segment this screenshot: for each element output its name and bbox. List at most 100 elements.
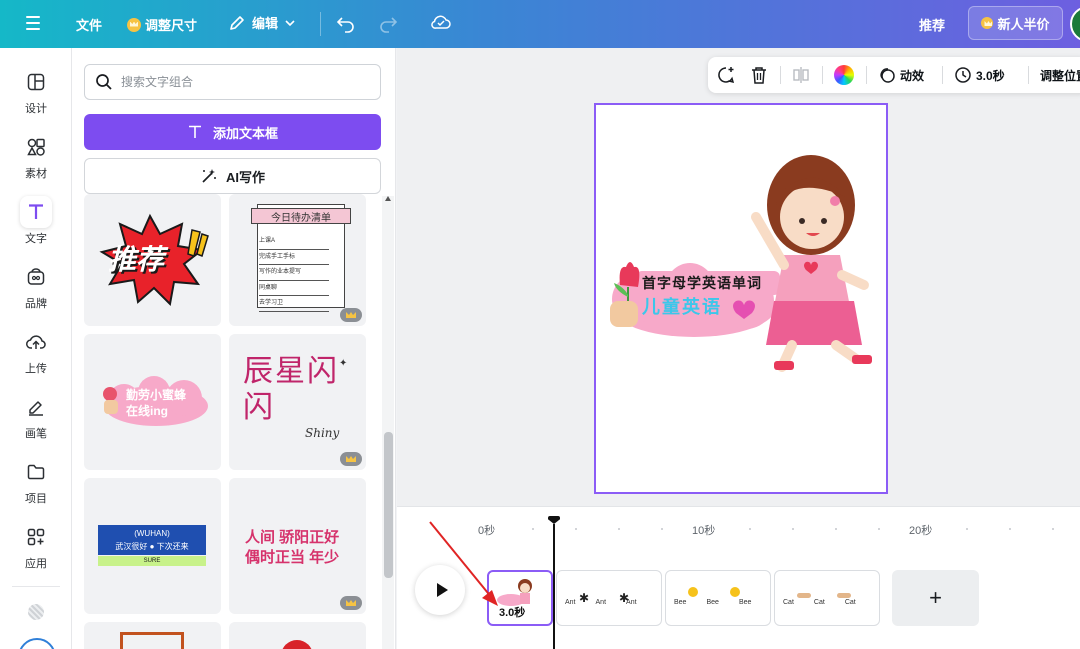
search-input[interactable] [121, 75, 361, 89]
duration-button[interactable]: 3.0秒 [954, 65, 1005, 85]
comment-add-icon[interactable] [716, 65, 736, 85]
toolbar-divider [822, 66, 823, 84]
ai-write-label: AI写作 [225, 169, 265, 185]
template-tile-recommend[interactable]: 推荐 [84, 194, 221, 326]
file-menu[interactable]: 文件 [76, 15, 102, 34]
rail-item-elements[interactable]: 素材 [0, 131, 72, 187]
tick-dot [878, 528, 880, 530]
clip-words: Cat Cat Cat [783, 599, 856, 606]
left-rail: 设计 素材 文字 品牌 上传 画笔 项目 应用 [0, 48, 72, 649]
duration-label: 3.0秒 [976, 68, 1005, 83]
text-icon [188, 125, 201, 138]
top-bar: 文件 调整尺寸 编辑 推荐 新人半价 [0, 0, 1080, 48]
template-tile[interactable] [229, 622, 366, 649]
tile-line: 勤劳小蜜蜂 [126, 388, 187, 402]
color-wheel-icon [834, 65, 854, 85]
todo-line: 写作的业本提写 [259, 265, 329, 281]
color-button[interactable] [834, 65, 854, 85]
text-icon [20, 196, 52, 228]
cloud-saved-icon[interactable] [430, 12, 452, 32]
edit-menu[interactable]: 编辑 [228, 13, 296, 32]
tick-dot [661, 528, 663, 530]
panel-scrollbar[interactable] [382, 196, 394, 649]
help-button[interactable] [18, 638, 56, 649]
template-tile-wuhan[interactable]: (WUHAN) 武汉很好 ● 下次还来 SURE [84, 478, 221, 614]
brush-icon [20, 391, 52, 423]
annotation-arrow-icon [429, 521, 498, 606]
recommend-link[interactable]: 推荐 [919, 15, 945, 34]
rail-item-text[interactable]: 文字 [0, 196, 72, 252]
search-icon [96, 74, 112, 90]
toolbar-divider [866, 66, 867, 84]
menu-icon[interactable] [26, 12, 46, 34]
elements-icon [20, 131, 52, 163]
animate-label: 动效 [900, 68, 925, 83]
animate-icon [880, 68, 895, 83]
undo-icon[interactable] [336, 13, 356, 33]
promo-button[interactable]: 新人半价 [968, 6, 1063, 40]
tick-dot [1009, 528, 1011, 530]
timeline-clip-4[interactable]: Cat Cat Cat [774, 570, 880, 626]
girl-illustration [751, 155, 872, 372]
ai-write-button[interactable]: AI写作 [84, 158, 381, 194]
tile-line: 在线ing [126, 404, 168, 418]
rail-divider [12, 586, 60, 587]
apps-icon [20, 521, 52, 553]
tile-line: (WUHAN) [134, 529, 170, 538]
ant-icon: ✱ [619, 591, 630, 605]
timeline-clip-2[interactable]: Ant Ant Ant ✱ ✱ [556, 570, 662, 626]
page-artwork [610, 155, 872, 372]
tick-label: 20秒 [909, 525, 933, 537]
chevron-down-icon [285, 19, 295, 26]
resize-button[interactable]: 调整尺寸 [127, 15, 197, 34]
tick-dot [575, 528, 577, 530]
add-textbox-button[interactable]: 添加文本框 [84, 114, 381, 150]
rail-item-apps[interactable]: 应用 [0, 521, 72, 577]
clip-word: Cat [813, 599, 825, 606]
redo-icon[interactable] [378, 13, 398, 33]
sticker-line-1: 首字母学英语单词 [642, 275, 762, 291]
tick-dot [835, 528, 837, 530]
position-button[interactable]: 调整位置 [1040, 65, 1080, 85]
animate-button[interactable]: 动效 [878, 65, 924, 85]
add-clip-button[interactable]: + [892, 570, 979, 626]
rail-item-design[interactable]: 设计 [0, 66, 72, 122]
avatar[interactable] [1070, 6, 1080, 42]
tile-subtitle: Shiny [305, 426, 340, 440]
template-tile-shiny[interactable]: 辰星闪闪 Shiny ✦ [229, 334, 366, 470]
rail-item-upload[interactable]: 上传 [0, 326, 72, 382]
template-tile[interactable] [84, 622, 221, 649]
crown-icon [127, 17, 141, 32]
pencil-icon [230, 15, 244, 30]
split-icon[interactable] [792, 65, 810, 85]
toolbar-divider [780, 66, 781, 84]
rail-item-brush[interactable]: 画笔 [0, 391, 72, 447]
trash-icon[interactable] [750, 65, 768, 85]
context-toolbar: 动效 3.0秒 调整位置 [708, 57, 1080, 93]
clip-words: Bee Bee Bee [674, 599, 751, 606]
playhead[interactable] [553, 524, 555, 649]
template-tile-sunshine[interactable]: 人间 骄阳正好 偶时正当 年少 [229, 478, 366, 614]
premium-crown-icon [340, 452, 362, 466]
tile-text: 勤劳小蜜蜂 在线ing [126, 387, 186, 419]
scroll-up-icon[interactable] [385, 196, 391, 201]
rail-label: 设计 [25, 103, 47, 115]
rail-item-brand[interactable]: 品牌 [0, 261, 72, 317]
template-tile-bee[interactable]: 勤劳小蜜蜂 在线ing [84, 334, 221, 470]
design-page[interactable]: 首字母学英语单词 儿童英语 [594, 103, 888, 494]
todo-list: 上课A 完成手工手标 写作的业本提写 同桌聊 去学习卫 [259, 234, 329, 312]
clip-duration: 3.0秒 [499, 607, 526, 619]
clip-word: Cat [844, 599, 856, 606]
template-tile-todo[interactable]: 今日待办清单 上课A 完成手工手标 写作的业本提写 同桌聊 去学习卫 [229, 194, 366, 326]
promo-label: 新人半价 [997, 16, 1050, 32]
add-textbox-label: 添加文本框 [212, 125, 278, 141]
edit-label: 编辑 [252, 16, 279, 31]
timeline-clip-3[interactable]: Bee Bee Bee [665, 570, 771, 626]
crown-icon [981, 17, 994, 29]
todo-line: 同桌聊 [259, 281, 329, 296]
scroll-thumb[interactable] [384, 432, 393, 578]
rail-item-projects[interactable]: 项目 [0, 456, 72, 512]
search-box[interactable] [84, 64, 381, 100]
tile-line: 武汉很好 ● 下次还来 [115, 542, 189, 551]
pattern-icon[interactable] [28, 604, 44, 620]
